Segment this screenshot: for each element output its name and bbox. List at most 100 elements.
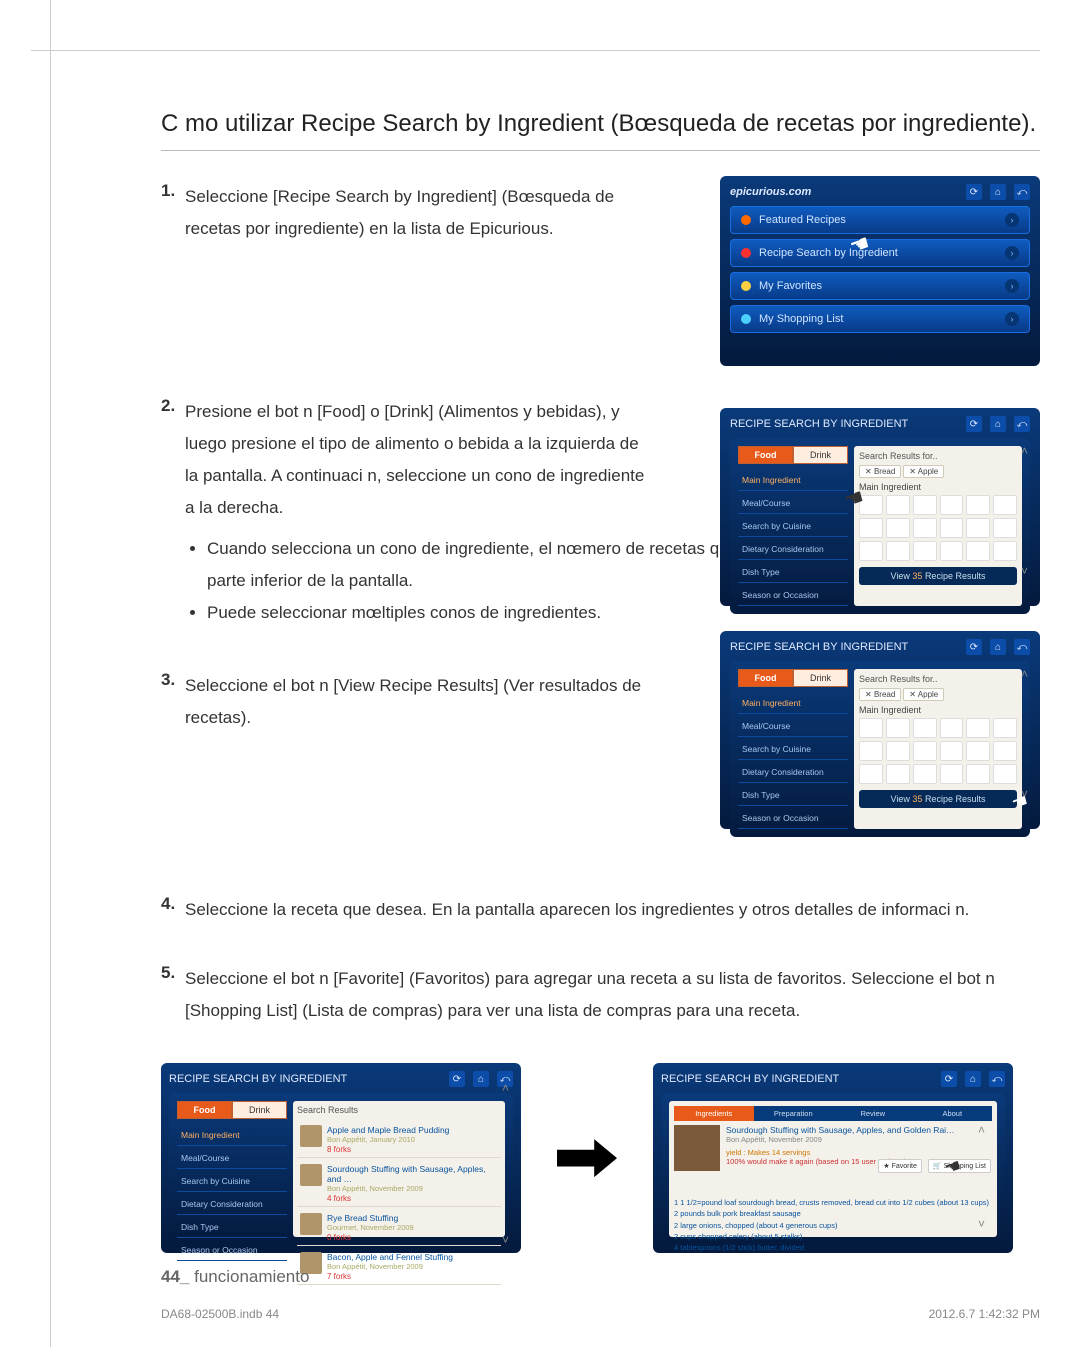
result-item[interactable]: Rye Bread StuffingGourmet, November 2009…	[297, 1210, 501, 1246]
side-meal-course[interactable]: Meal/Course	[738, 716, 848, 737]
ingredient-tile[interactable]	[940, 764, 964, 784]
home-icon[interactable]: ⌂	[990, 184, 1006, 200]
ingredient-tile[interactable]	[993, 764, 1017, 784]
home-icon[interactable]: ⌂	[473, 1071, 489, 1087]
favorite-button[interactable]: ★ Favorite	[878, 1159, 922, 1173]
ingredient-tile[interactable]	[886, 764, 910, 784]
menu-my-favorites[interactable]: My Favorites›	[730, 272, 1030, 300]
tab-ingredients[interactable]: Ingredients	[674, 1106, 754, 1121]
home-icon[interactable]: ⌂	[965, 1071, 981, 1087]
side-season-occasion[interactable]: Season or Occasion	[177, 1240, 287, 1261]
ingredient-tile[interactable]	[940, 495, 964, 515]
side-main-ingredient[interactable]: Main Ingredient	[738, 470, 848, 491]
ingredient-tile[interactable]	[993, 495, 1017, 515]
chevron-down-icon[interactable]: ˅	[1021, 564, 1028, 578]
ingredient-tile[interactable]	[993, 541, 1017, 561]
history-icon[interactable]: ⟳	[449, 1071, 465, 1087]
side-dietary-consideration[interactable]: Dietary Consideration	[738, 539, 848, 560]
step-1-text: Seleccione [Recipe Search by Ingredient]…	[185, 181, 655, 246]
back-icon[interactable]: ⤺	[989, 1071, 1005, 1087]
ingredient-tile[interactable]	[913, 518, 937, 538]
side-dietary-consideration[interactable]: Dietary Consideration	[177, 1194, 287, 1215]
ingredient-tile[interactable]	[993, 741, 1017, 761]
ingredient-tile[interactable]	[886, 718, 910, 738]
menu-featured-recipes[interactable]: Featured Recipes›	[730, 206, 1030, 234]
chevron-up-icon[interactable]: ˄	[1021, 444, 1028, 458]
ingredient-tile[interactable]	[940, 541, 964, 561]
view-recipe-results-button[interactable]: View 35 Recipe Results	[859, 567, 1017, 585]
ingredient-tile[interactable]	[940, 741, 964, 761]
ingredient-tile[interactable]	[993, 518, 1017, 538]
chip-apple[interactable]: ✕ Apple	[903, 688, 944, 701]
chevron-down-icon[interactable]: ˅	[502, 1233, 509, 1247]
ingredient-tile[interactable]	[913, 541, 937, 561]
result-item[interactable]: Apple and Maple Bread PuddingBon Appétit…	[297, 1122, 501, 1158]
side-season-occasion[interactable]: Season or Occasion	[738, 808, 848, 829]
print-file-ref: DA68-02500B.indb 44	[161, 1307, 279, 1321]
ingredient-tile[interactable]	[966, 518, 990, 538]
back-icon[interactable]: ⤺	[1014, 184, 1030, 200]
ingredient-tile[interactable]	[859, 741, 883, 761]
history-icon[interactable]: ⟳	[966, 639, 982, 655]
history-icon[interactable]: ⟳	[966, 416, 982, 432]
back-icon[interactable]: ⤺	[1014, 416, 1030, 432]
side-season-occasion[interactable]: Season or Occasion	[738, 585, 848, 606]
chevron-up-icon[interactable]: ˄	[502, 1081, 509, 1095]
side-search-by-cuisine[interactable]: Search by Cuisine	[738, 739, 848, 760]
ingredient-tile[interactable]	[966, 764, 990, 784]
view-recipe-results-button[interactable]: View 35 Recipe Results	[859, 790, 1017, 808]
menu-recipe-search-by-ingredient[interactable]: Recipe Search by Ingredient›	[730, 239, 1030, 267]
side-search-by-cuisine[interactable]: Search by Cuisine	[177, 1171, 287, 1192]
ingredient-tile[interactable]	[886, 541, 910, 561]
tab-drink[interactable]: Drink	[793, 446, 848, 464]
side-meal-course[interactable]: Meal/Course	[177, 1148, 287, 1169]
side-main-ingredient[interactable]: Main Ingredient	[177, 1125, 287, 1146]
side-dish-type[interactable]: Dish Type	[738, 785, 848, 806]
ingredient-tile[interactable]	[859, 541, 883, 561]
result-item[interactable]: Sourdough Stuffing with Sausage, Apples,…	[297, 1161, 501, 1207]
ingredient-tile[interactable]	[913, 718, 937, 738]
ingredient-tile[interactable]	[913, 495, 937, 515]
step-5-text: Seleccione el bot n [Favorite] (Favorito…	[185, 963, 1040, 1028]
tab-food[interactable]: Food	[177, 1101, 232, 1119]
ingredient-tile[interactable]	[966, 718, 990, 738]
ingredient-tile[interactable]	[859, 518, 883, 538]
page-title: C mo utilizar Recipe Search by Ingredien…	[161, 60, 1040, 151]
side-dish-type[interactable]: Dish Type	[738, 562, 848, 583]
tab-drink[interactable]: Drink	[793, 669, 848, 687]
ingredient-tile[interactable]	[913, 764, 937, 784]
ingredient-tile[interactable]	[966, 495, 990, 515]
tab-food[interactable]: Food	[738, 446, 793, 464]
ingredient-tile[interactable]	[940, 518, 964, 538]
chevron-up-icon[interactable]: ˄	[1021, 667, 1028, 681]
side-search-by-cuisine[interactable]: Search by Cuisine	[738, 516, 848, 537]
history-icon[interactable]: ⟳	[941, 1071, 957, 1087]
home-icon[interactable]: ⌂	[990, 416, 1006, 432]
history-icon[interactable]: ⟳	[966, 184, 982, 200]
ingredient-tile[interactable]	[886, 518, 910, 538]
tab-drink[interactable]: Drink	[232, 1101, 287, 1119]
tab-food[interactable]: Food	[738, 669, 793, 687]
ingredient-tile[interactable]	[993, 718, 1017, 738]
side-meal-course[interactable]: Meal/Course	[738, 493, 848, 514]
ingredient-tile[interactable]	[940, 718, 964, 738]
side-dish-type[interactable]: Dish Type	[177, 1217, 287, 1238]
side-dietary-consideration[interactable]: Dietary Consideration	[738, 762, 848, 783]
side-main-ingredient[interactable]: Main Ingredient	[738, 693, 848, 714]
tab-about[interactable]: About	[913, 1106, 993, 1121]
back-icon[interactable]: ⤺	[1014, 639, 1030, 655]
chip-bread[interactable]: ✕ Bread	[859, 688, 901, 701]
ingredient-tile[interactable]	[859, 764, 883, 784]
ingredient-tile[interactable]	[859, 718, 883, 738]
ingredient-tile[interactable]	[966, 541, 990, 561]
home-icon[interactable]: ⌂	[990, 639, 1006, 655]
chevron-up-icon[interactable]: ˄	[978, 1123, 985, 1137]
ingredient-tile[interactable]	[886, 741, 910, 761]
result-item[interactable]: Bacon, Apple and Fennel StuffingBon Appé…	[297, 1249, 501, 1285]
ingredient-tile[interactable]	[966, 741, 990, 761]
tab-review[interactable]: Review	[833, 1106, 913, 1121]
ingredient-tile[interactable]	[913, 741, 937, 761]
tab-preparation[interactable]: Preparation	[754, 1106, 834, 1121]
menu-my-shopping-list[interactable]: My Shopping List›	[730, 305, 1030, 333]
chevron-down-icon[interactable]: ˅	[978, 1217, 985, 1231]
